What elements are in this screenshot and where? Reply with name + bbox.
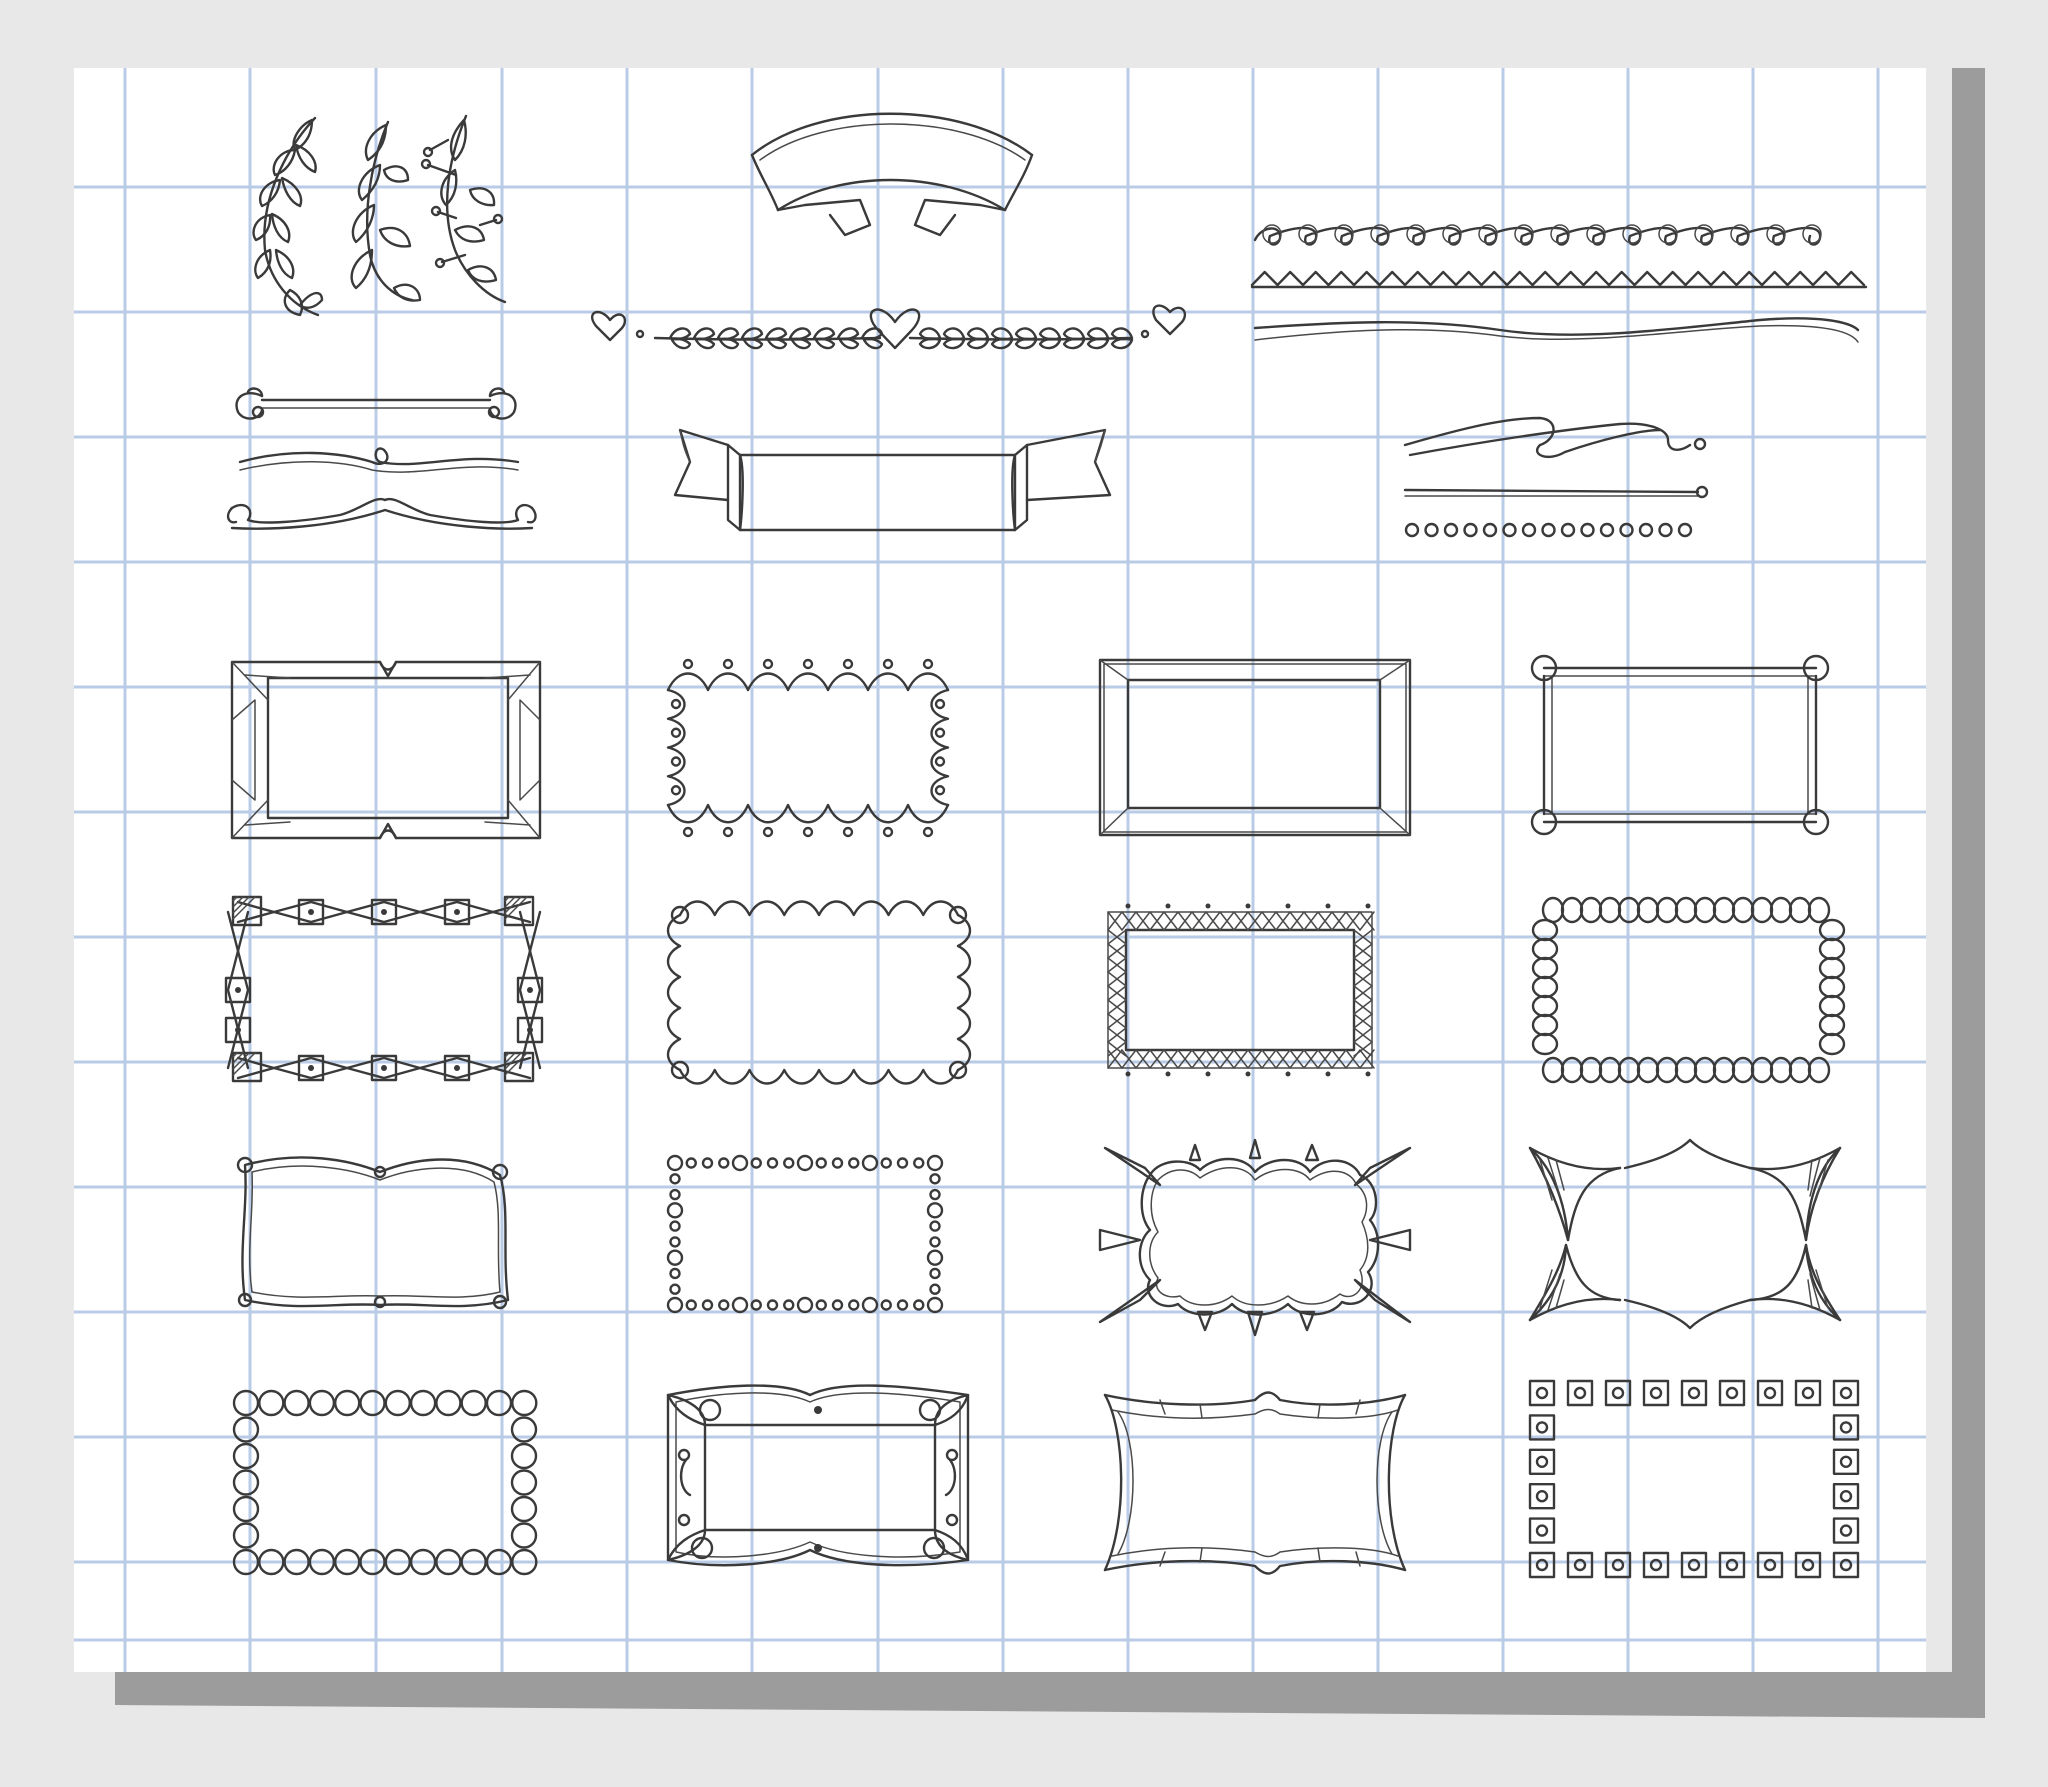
bowtie-dot xyxy=(381,1065,387,1071)
doodle-sheet xyxy=(74,68,1985,1718)
hatch-dot xyxy=(1245,903,1251,909)
bowtie-dot xyxy=(454,1065,460,1071)
hatch-dot xyxy=(1165,903,1171,909)
grid-paper-sheet xyxy=(74,68,1926,1672)
hatch-dot xyxy=(1285,903,1291,909)
hatch-dot xyxy=(1205,1071,1211,1077)
bowtie-dot xyxy=(527,1027,533,1033)
bowtie-dot xyxy=(527,987,533,993)
hatch-dot xyxy=(1285,1071,1291,1077)
hatch-dot xyxy=(1125,903,1131,909)
hatch-dot xyxy=(1325,1071,1331,1077)
hatch-dot xyxy=(1365,903,1371,909)
hatch-dot xyxy=(1325,903,1331,909)
hatch-dot xyxy=(1205,903,1211,909)
illustration-canvas xyxy=(0,0,2048,1787)
bowtie-dot xyxy=(381,909,387,915)
hatch-dot xyxy=(1245,1071,1251,1077)
bowtie-dot xyxy=(308,1065,314,1071)
hatch-dot xyxy=(1125,1071,1131,1077)
hatch-dot xyxy=(1165,1071,1171,1077)
bowtie-dot xyxy=(308,909,314,915)
bowtie-dot xyxy=(235,987,241,993)
bowtie-dot xyxy=(454,909,460,915)
hatch-dot xyxy=(1365,1071,1371,1077)
bowtie-dot xyxy=(235,1027,241,1033)
